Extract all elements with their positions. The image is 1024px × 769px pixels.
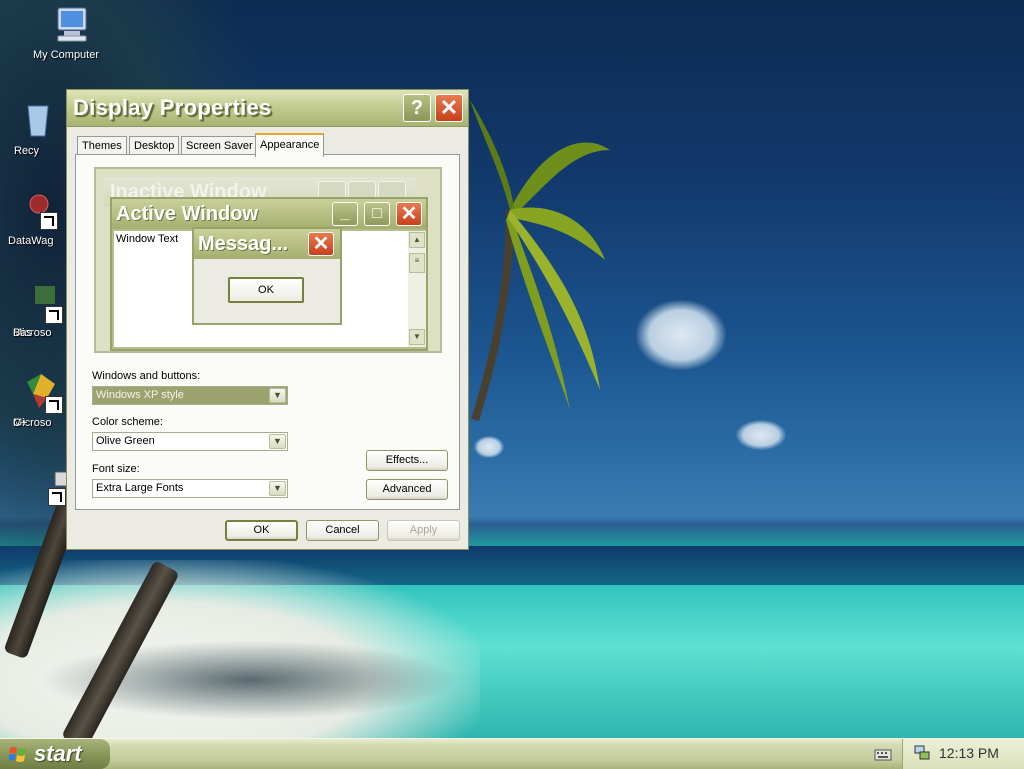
appearance-preview: Inactive Window Active Window _ □ ✕ Wind… — [94, 167, 442, 353]
palm-tree-image — [470, 100, 610, 422]
apply-button[interactable]: Apply — [387, 520, 460, 541]
display-properties-dialog: Display Properties ? ✕ Themes Desktop Sc… — [66, 89, 469, 550]
keyboard-icon[interactable] — [874, 745, 892, 763]
advanced-button[interactable]: Advanced — [366, 479, 448, 500]
close-icon: ✕ — [439, 95, 459, 120]
preview-message-title: Messag... — [198, 233, 289, 255]
chevron-down-icon: ▼ — [269, 434, 286, 449]
tab-appearance[interactable]: Appearance — [255, 133, 325, 157]
preview-message-close-icon: ✕ — [308, 232, 334, 256]
font-size-label: Font size: — [92, 463, 140, 475]
cancel-button[interactable]: Cancel — [306, 520, 379, 541]
effects-button[interactable]: Effects... — [366, 450, 448, 471]
preview-maximize-icon: □ — [364, 202, 390, 226]
desktop-icon-label: DataWag — [8, 235, 54, 247]
desktop-icon-label: Recy — [14, 145, 40, 157]
ok-button[interactable]: OK — [225, 520, 298, 541]
start-label: start — [34, 741, 82, 766]
clock[interactable]: 12:13 PM — [939, 745, 999, 761]
help-button[interactable]: ? — [403, 94, 431, 122]
tab-themes[interactable]: Themes — [77, 136, 127, 155]
font-size-select[interactable]: Extra Large Fonts ▼ — [92, 479, 288, 498]
windows-buttons-label: Windows and buttons: — [92, 370, 201, 382]
shortcut-arrow-icon — [45, 396, 63, 414]
recycle-bin-icon — [27, 105, 49, 137]
close-button[interactable]: ✕ — [435, 94, 463, 122]
preview-window-text: Window Text — [116, 233, 179, 245]
windows-buttons-select[interactable]: Windows XP style ▼ — [92, 386, 288, 405]
windows-buttons-value: Windows XP style — [96, 389, 184, 401]
font-size-value: Extra Large Fonts — [96, 482, 184, 494]
chevron-down-icon: ▼ — [269, 481, 286, 496]
appearance-panel: Inactive Window Active Window _ □ ✕ Wind… — [75, 154, 460, 510]
chevron-down-icon: ▼ — [269, 388, 286, 403]
tab-desktop[interactable]: Desktop — [129, 136, 180, 155]
my-computer-icon — [57, 7, 87, 42]
scroll-up-icon: ▲ — [409, 232, 425, 248]
windows-logo-icon — [9, 747, 26, 762]
desktop-icon-label-line2: Bas — [13, 327, 32, 339]
preview-active-title: Active Window — [116, 203, 259, 225]
network-icon[interactable] — [913, 744, 931, 762]
preview-ok-button: OK — [228, 277, 304, 303]
color-scheme-value: Olive Green — [96, 435, 155, 447]
preview-message-box: Messag... ✕ OK — [192, 227, 342, 325]
help-icon: ? — [410, 97, 424, 119]
color-scheme-select[interactable]: Olive Green ▼ — [92, 432, 288, 451]
shortcut-arrow-icon — [48, 488, 66, 506]
scroll-down-icon: ▼ — [409, 329, 425, 345]
preview-close-icon: ✕ — [396, 202, 422, 226]
preview-scrollbar: ▲ ≡ ▼ — [408, 231, 426, 347]
dialog-titlebar[interactable]: Display Properties ? ✕ — [67, 90, 468, 127]
start-button[interactable]: start — [0, 739, 110, 769]
desktop-icon-label: My Computer — [33, 49, 100, 61]
tab-screen-saver[interactable]: Screen Saver — [181, 136, 258, 155]
dialog-title: Display Properties — [73, 95, 272, 120]
desktop-icon-my-computer[interactable]: My Computer — [17, 4, 127, 61]
scroll-thumb: ≡ — [409, 253, 425, 273]
desktop-icon-label-line2: C+ — [13, 417, 28, 429]
shortcut-arrow-icon — [40, 212, 58, 230]
shortcut-arrow-icon — [45, 306, 63, 324]
system-tray: 12:13 PM — [902, 739, 1024, 769]
preview-minimize-icon: _ — [332, 202, 358, 226]
color-scheme-label: Color scheme: — [92, 416, 163, 428]
taskbar: start 12:13 PM — [0, 738, 1024, 769]
